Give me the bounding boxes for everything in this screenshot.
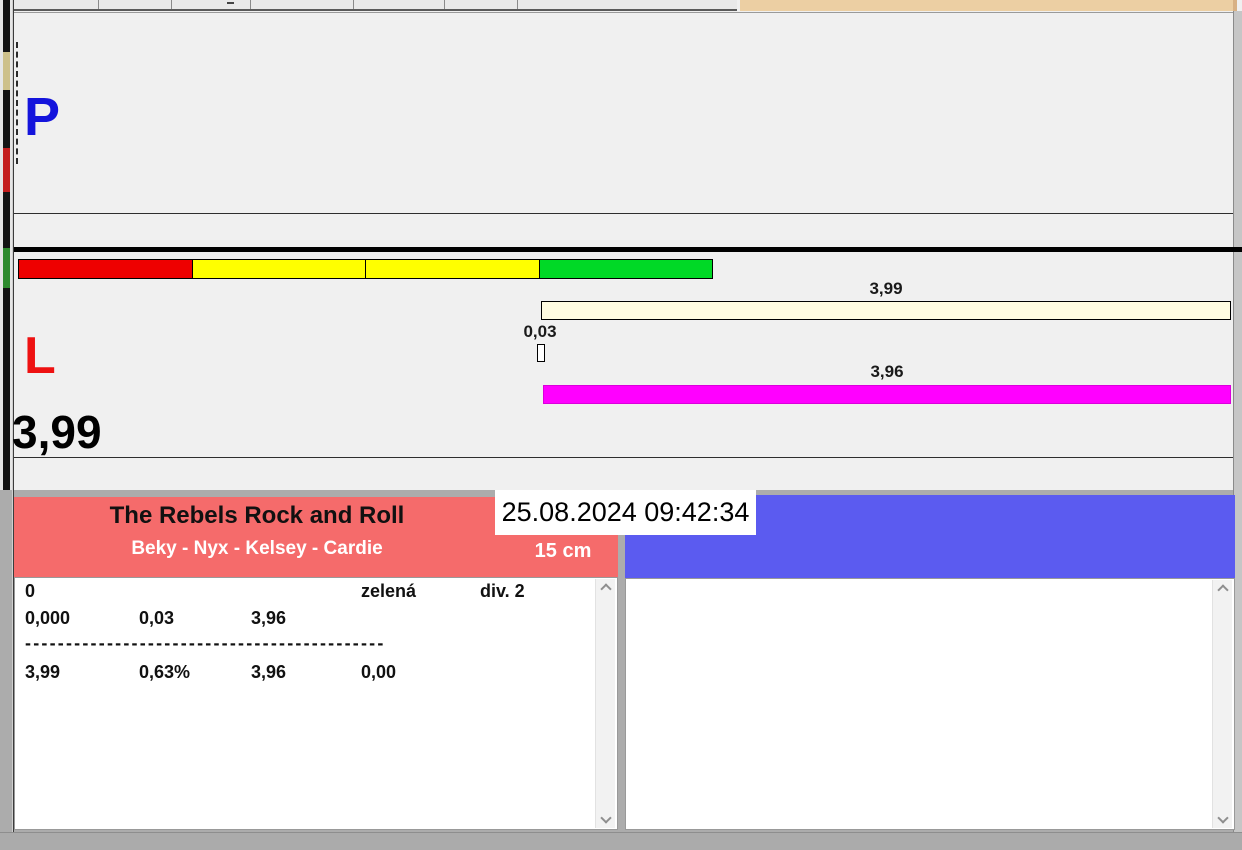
datetime-display: 25.08.2024 09:42:34 bbox=[495, 490, 756, 535]
sliver-gray-bottom bbox=[0, 490, 12, 850]
result-change-time: 0,03 bbox=[139, 608, 175, 628]
scroll-up-icon[interactable] bbox=[1217, 584, 1229, 596]
zone-segment-red bbox=[19, 260, 193, 278]
total-percent: 0,63% bbox=[139, 662, 191, 682]
content-top-border bbox=[14, 12, 1233, 13]
window-bottom-strip bbox=[0, 832, 1242, 850]
toolbar-buttons-row[interactable] bbox=[14, 0, 737, 11]
toolbar-caret-mark bbox=[227, 2, 234, 4]
main-time-display: 3,99 bbox=[12, 406, 102, 458]
toolbar-separator bbox=[517, 0, 518, 9]
toolbar-separator bbox=[444, 0, 445, 9]
scroll-up-icon[interactable] bbox=[600, 583, 612, 595]
panel-divider-line bbox=[14, 213, 1233, 214]
sliver-green-block bbox=[3, 248, 10, 288]
result-run-time: 3,96 bbox=[251, 608, 287, 628]
background-window-sliver bbox=[0, 0, 12, 850]
panel-divider-line bbox=[14, 457, 1233, 458]
timing-app-window: P 3,99 0,03 L 3,96 3,99 The Rebels Rock … bbox=[0, 0, 1242, 850]
sliver-tan-block bbox=[3, 52, 10, 90]
toolbar-separator bbox=[171, 0, 172, 9]
total-faults: 0,00 bbox=[361, 662, 397, 682]
background-window-strip bbox=[3, 0, 10, 490]
results-separator: ----------------------------------------… bbox=[25, 633, 386, 653]
upper-bar-value-label: 3,99 bbox=[869, 279, 903, 298]
secondary-panel bbox=[625, 495, 1235, 830]
results-content: 0 zelená div. 2 0,000 0,03 3,96 --------… bbox=[14, 577, 618, 830]
toolbar-separator bbox=[98, 0, 99, 9]
total-run: 3,96 bbox=[251, 662, 287, 682]
thick-divider-line bbox=[14, 247, 1242, 252]
secondary-panel-content bbox=[625, 578, 1235, 830]
scroll-down-icon[interactable] bbox=[600, 812, 612, 824]
upper-time-bar bbox=[541, 301, 1231, 320]
focus-dash-line bbox=[16, 42, 20, 164]
scroll-down-icon[interactable] bbox=[1217, 812, 1229, 824]
toolbar-separator bbox=[353, 0, 354, 9]
penalty-value-label: 0,03 bbox=[523, 322, 557, 341]
result-division: div. 2 bbox=[480, 581, 525, 601]
secondary-scrollbar[interactable] bbox=[1212, 580, 1232, 828]
total-time: 3,99 bbox=[25, 662, 61, 682]
result-faults: 0 bbox=[25, 581, 36, 601]
top-accent-strip bbox=[740, 0, 1237, 11]
zone-segment-yellow bbox=[366, 260, 540, 278]
toolbar-separator bbox=[250, 0, 251, 9]
penalty-bar bbox=[537, 344, 545, 362]
result-penalty-time: 0,000 bbox=[25, 608, 71, 628]
lower-bar-value-label: 3,96 bbox=[870, 362, 904, 381]
l-panel-label: L bbox=[24, 327, 56, 385]
height-category-label: 15 cm bbox=[534, 540, 592, 562]
zone-segment-green bbox=[539, 260, 712, 278]
result-color: zelená bbox=[361, 581, 417, 601]
lower-time-bar bbox=[543, 385, 1231, 404]
team-members: Beky - Nyx - Kelsey - Cardie bbox=[131, 538, 383, 559]
zone-indicator-bar bbox=[18, 259, 713, 279]
team-results-panel: The Rebels Rock and Roll Beky - Nyx - Ke… bbox=[14, 497, 618, 830]
sliver-red-block bbox=[3, 148, 10, 192]
p-panel-label: P bbox=[24, 87, 61, 147]
results-scrollbar[interactable] bbox=[595, 579, 615, 828]
team-title: The Rebels Rock and Roll bbox=[109, 502, 405, 529]
zone-segment-yellow bbox=[192, 260, 366, 278]
